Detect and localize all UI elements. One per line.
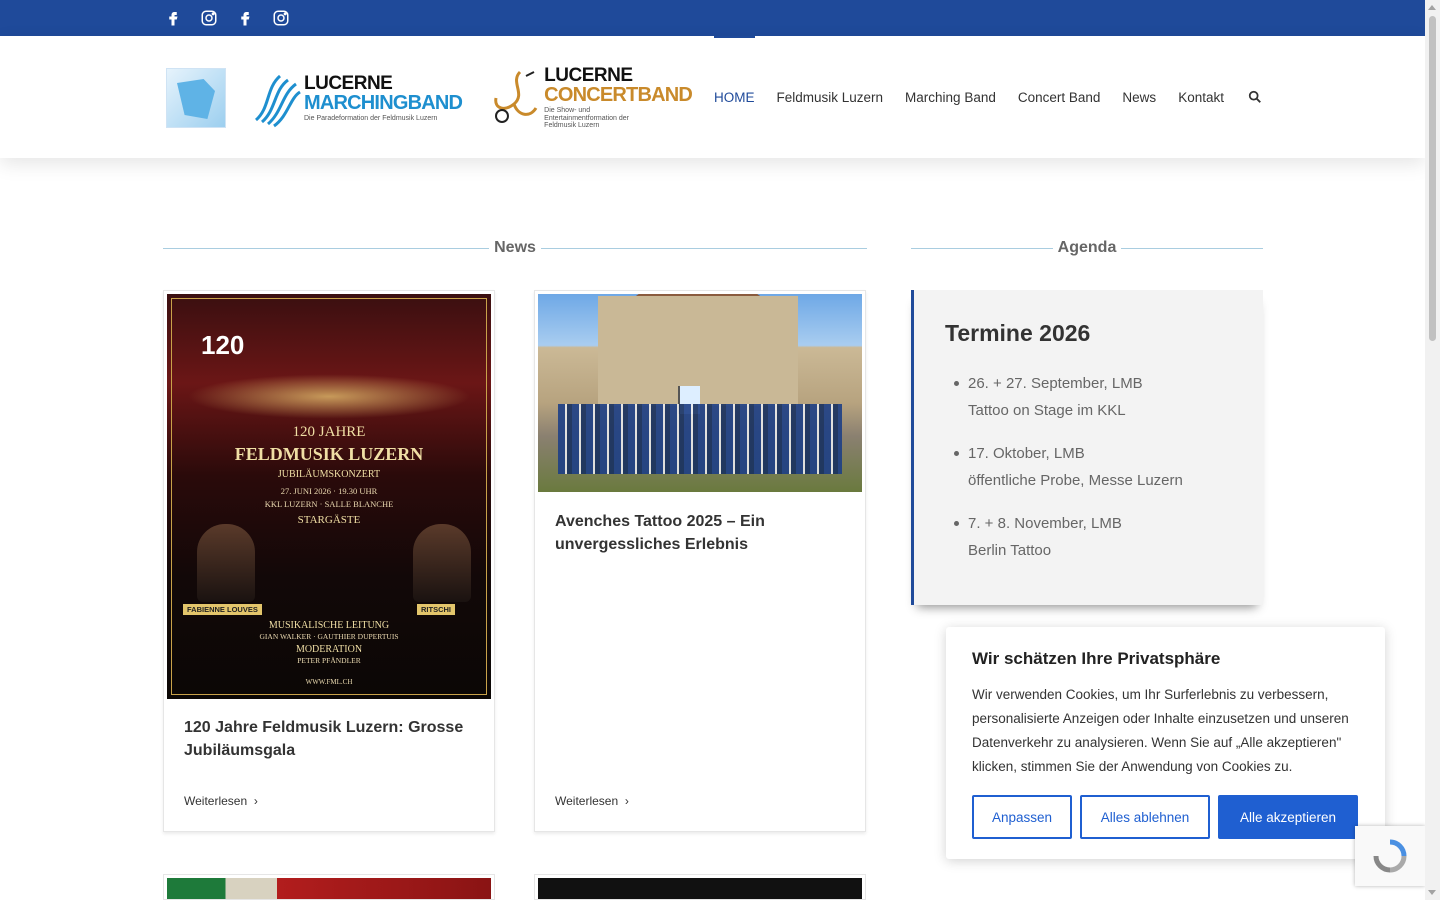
- cookie-buttons: Anpassen Alles ablehnen Alle akzeptieren: [972, 795, 1358, 839]
- news-card-next-1[interactable]: [163, 874, 495, 900]
- news-section-title: News: [163, 236, 868, 260]
- recaptcha-icon: [1373, 839, 1407, 873]
- concertband-logo[interactable]: LUCERNE CONCERTBAND Die Show- und Entert…: [490, 65, 693, 130]
- nav-kontakt[interactable]: Kontakt: [1178, 36, 1224, 158]
- agenda-item: 26. + 27. September, LMB Tattoo on Stage…: [954, 370, 1183, 424]
- instagram-icon[interactable]: [199, 6, 219, 30]
- poster-line2: FELDMUSIK LUZERN: [234, 444, 424, 464]
- agenda-item: 17. Oktober, LMB öffentliche Probe, Mess…: [954, 440, 1183, 494]
- agenda-section-title: Agenda: [911, 236, 1264, 260]
- lmb-line2: MARCHINGBAND: [304, 92, 463, 115]
- agenda-item-event: öffentliche Probe, Messe Luzern: [968, 472, 1183, 489]
- customize-button[interactable]: Anpassen: [972, 795, 1072, 839]
- poster-line3: JUBILÄUMSKONZERT: [277, 469, 381, 480]
- poster-url: WWW.FML.CH: [305, 678, 353, 686]
- read-more-label: Weiterlesen: [184, 794, 248, 808]
- poster-date: 27. JUNI 2026 · 19.30 UHR: [280, 486, 378, 496]
- agenda-item-date: 17. Oktober, LMB: [968, 445, 1085, 462]
- nav-feldmusik-luzern[interactable]: Feldmusik Luzern: [777, 36, 884, 158]
- page-scrollbar[interactable]: [1425, 0, 1440, 900]
- recaptcha-badge[interactable]: [1355, 826, 1425, 886]
- lcb-tagline: Die Show- und Entertainmentformation der…: [544, 107, 629, 130]
- accept-all-button[interactable]: Alle akzeptieren: [1218, 795, 1358, 839]
- lcb-line2: CONCERTBAND: [544, 84, 693, 106]
- lcb-line1: LUCERNE: [544, 65, 633, 86]
- social-links: [163, 6, 291, 30]
- poster-guest1: FABIENNE LOUVES: [183, 604, 262, 615]
- jubilaeum-poster-image[interactable]: 120 120 JAHRE FELDMUSIK LUZERN JUBILÄUMS…: [167, 294, 491, 699]
- site-header: LUCERNE MARCHINGBAND Die Paradeformation…: [0, 36, 1425, 158]
- swirl-logo-icon: [254, 74, 301, 128]
- instagram-icon[interactable]: [271, 6, 291, 30]
- reject-all-button[interactable]: Alles ablehnen: [1080, 795, 1210, 839]
- poster-lead-label: MUSIKALISCHE LEITUNG: [268, 620, 390, 631]
- poster-badge: 120: [201, 330, 245, 360]
- agenda-list: 26. + 27. September, LMB Tattoo on Stage…: [954, 370, 1183, 580]
- chevron-right-icon: ›: [250, 794, 258, 808]
- main-nav: HOME Feldmusik Luzern Marching Band Conc…: [714, 36, 1262, 158]
- marchingband-logo[interactable]: LUCERNE MARCHINGBAND Die Paradeformation…: [252, 68, 463, 128]
- logo-group: LUCERNE MARCHINGBAND Die Paradeformation…: [166, 65, 693, 130]
- search-icon[interactable]: [1248, 90, 1262, 104]
- card-title[interactable]: Avenches Tattoo 2025 – Ein unvergesslich…: [555, 510, 845, 556]
- read-more-link[interactable]: Weiterlesen ›: [184, 794, 258, 808]
- news-card-avenches[interactable]: Avenches Tattoo 2025 – Ein unvergesslich…: [534, 290, 866, 832]
- horn-logo-icon: [494, 70, 538, 124]
- poster-mod-name: PETER PFÄNDLER: [297, 656, 361, 665]
- read-more-label: Weiterlesen: [555, 794, 619, 808]
- poster-venue: KKL LUZERN · SALLE BLANCHE: [264, 499, 394, 509]
- scroll-down-icon[interactable]: [1428, 890, 1436, 895]
- facebook-icon[interactable]: [235, 6, 255, 30]
- poster-line1: 120 JAHRE: [292, 424, 366, 440]
- poster-lead-names: GIAN WALKER · GAUTHIER DUPERTUIS: [259, 632, 399, 641]
- scrollbar-thumb[interactable]: [1429, 16, 1436, 341]
- news-card-next-2[interactable]: [534, 874, 866, 900]
- news-heading: News: [494, 239, 536, 256]
- lmb-line1: LUCERNE: [304, 73, 393, 95]
- agenda-item-date: 7. + 8. November, LMB: [968, 515, 1122, 532]
- agenda-box: Termine 2026 26. + 27. September, LMB Ta…: [911, 290, 1263, 605]
- read-more-link[interactable]: Weiterlesen ›: [555, 794, 629, 808]
- nav-marching-band[interactable]: Marching Band: [905, 36, 996, 158]
- card-title[interactable]: 120 Jahre Feldmusik Luzern: Grosse Jubil…: [184, 716, 474, 762]
- social-bar: [0, 0, 1425, 36]
- news-card-jubilaeum[interactable]: 120 120 JAHRE FELDMUSIK LUZERN JUBILÄUMS…: [163, 290, 495, 832]
- lmb-tagline: Die Paradeformation der Feldmusik Luzern: [304, 115, 438, 123]
- agenda-title: Termine 2026: [945, 320, 1091, 346]
- agenda-item-date: 26. + 27. September, LMB: [968, 375, 1143, 392]
- cookie-text: Wir verwenden Cookies, um Ihr Surferlebn…: [972, 687, 1349, 774]
- cookie-consent-dialog: Wir schätzen Ihre Privatsphäre Wir verwe…: [946, 627, 1385, 859]
- poster-mod-label: MODERATION: [295, 644, 363, 655]
- agenda-item: 7. + 8. November, LMB Berlin Tattoo: [954, 510, 1183, 564]
- poster-guest2: RITSCHI: [417, 604, 455, 615]
- scroll-up-icon[interactable]: [1428, 5, 1436, 10]
- nav-home[interactable]: HOME: [714, 36, 755, 158]
- nav-news[interactable]: News: [1122, 36, 1156, 158]
- feldmusik-logo[interactable]: [166, 68, 226, 129]
- nav-concert-band[interactable]: Concert Band: [1018, 36, 1101, 158]
- agenda-item-event: Tattoo on Stage im KKL: [968, 402, 1126, 419]
- cookie-title: Wir schätzen Ihre Privatsphäre: [972, 649, 1221, 668]
- chevron-right-icon: ›: [621, 794, 629, 808]
- facebook-icon[interactable]: [163, 6, 183, 30]
- avenches-photo-image[interactable]: [538, 294, 862, 492]
- agenda-heading: Agenda: [1057, 239, 1117, 256]
- agenda-item-event: Berlin Tattoo: [968, 542, 1052, 559]
